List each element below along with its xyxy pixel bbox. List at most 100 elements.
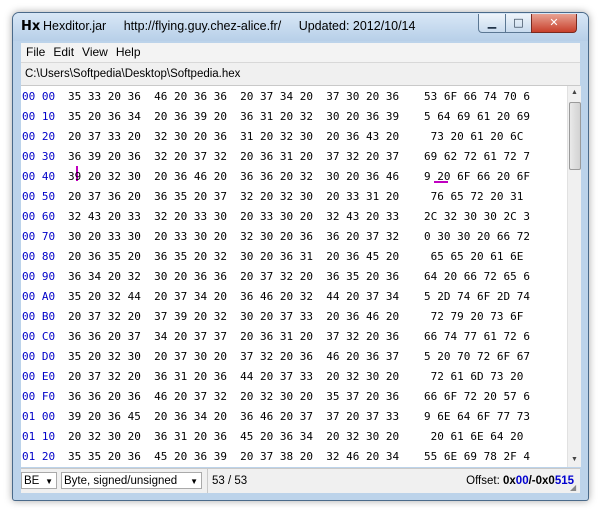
row-hex-bytes[interactable]: 36 39 20 36 32 20 37 32 20 36 31 20 37 3… [68, 146, 399, 167]
row-text-column[interactable]: 20 61 6E 64 20 [424, 426, 524, 447]
row-text-column[interactable]: 66 6F 72 20 57 6 [424, 386, 530, 407]
hex-view[interactable]: 00 00 35 33 20 36 46 20 36 36 20 37 34 20… [21, 86, 567, 467]
minimize-icon: ▁ [487, 16, 497, 29]
row-text-column[interactable]: 9 6E 64 6F 77 73 [424, 406, 530, 427]
row-text-column[interactable]: 0 30 30 20 66 72 [424, 226, 530, 247]
menu-edit[interactable]: Edit [50, 43, 77, 62]
hex-row[interactable]: 01 10 20 32 30 20 36 31 20 36 45 20 36 34… [21, 426, 567, 447]
row-hex-bytes[interactable]: 35 35 20 36 45 20 36 39 20 37 38 20 32 4… [68, 446, 399, 467]
row-hex-bytes[interactable]: 35 20 32 30 20 37 30 20 37 32 20 36 46 2… [68, 346, 399, 367]
row-text-column[interactable]: 66 74 77 61 72 6 [424, 326, 530, 347]
row-hex-bytes[interactable]: 32 43 20 33 32 20 33 30 20 33 30 20 32 4… [68, 206, 399, 227]
row-text-column[interactable]: 9 20 6F 66 20 6F [424, 166, 530, 187]
row-address: 00 70 [22, 230, 56, 243]
hex-row[interactable]: 00 80 20 36 35 20 36 35 20 32 30 20 36 31… [21, 246, 567, 267]
hex-row[interactable]: 00 A0 35 20 32 44 20 37 34 20 36 46 20 32… [21, 286, 567, 307]
row-address: 00 F0 [22, 390, 56, 403]
row-hex-bytes[interactable]: 35 20 32 44 20 37 34 20 36 46 20 32 44 2… [68, 286, 399, 307]
row-text-column[interactable]: 72 61 6D 73 20 [424, 366, 524, 387]
menu-bar: File Edit View Help [21, 43, 580, 63]
row-hex-bytes[interactable]: 36 36 20 37 34 20 37 37 20 36 31 20 37 3… [68, 326, 399, 347]
row-hex-bytes[interactable]: 20 37 33 20 32 30 20 36 31 20 32 30 20 3… [68, 126, 399, 147]
row-address: 00 D0 [22, 350, 56, 363]
file-path: C:\Users\Softpedia\Desktop\Softpedia.hex [25, 68, 241, 80]
hex-row[interactable]: 00 30 36 39 20 36 32 20 37 32 20 36 31 20… [21, 146, 567, 167]
hex-row[interactable]: 00 B0 20 37 32 20 37 39 20 32 30 20 37 33… [21, 306, 567, 327]
row-address: 00 00 [22, 90, 56, 103]
endian-value: BE [24, 475, 40, 487]
row-hex-bytes[interactable]: 35 20 36 34 20 36 39 20 36 31 20 32 30 2… [68, 106, 399, 127]
hex-row[interactable]: 01 20 35 35 20 36 45 20 36 39 20 37 38 20… [21, 446, 567, 467]
row-text-column[interactable]: 53 6F 66 74 70 6 [424, 86, 530, 107]
offset-b-prefix: 0x0 [535, 475, 555, 487]
scroll-down-icon[interactable]: ▼ [568, 453, 581, 467]
byte-count: 53 / 53 [207, 469, 372, 493]
data-type-value: Byte, signed/unsigned [64, 475, 178, 487]
row-text-column[interactable]: 55 6E 69 78 2F 4 [424, 446, 530, 467]
offset-a-prefix: 0x [503, 475, 516, 487]
hex-row[interactable]: 00 E0 20 37 32 20 36 31 20 36 44 20 37 33… [21, 366, 567, 387]
row-hex-bytes[interactable]: 20 32 30 20 36 31 20 36 45 20 36 34 20 3… [68, 426, 399, 447]
menu-file[interactable]: File [23, 43, 48, 62]
row-address: 00 A0 [22, 290, 56, 303]
row-text-column[interactable]: 5 2D 74 6F 2D 74 [424, 286, 530, 307]
hex-row[interactable]: 00 C0 36 36 20 37 34 20 37 37 20 36 31 20… [21, 326, 567, 347]
window-title: Hexditor.jar http://flying.guy.chez-alic… [43, 19, 429, 33]
hex-row[interactable]: 01 00 39 20 36 45 20 36 34 20 36 46 20 37… [21, 406, 567, 427]
minimize-button[interactable]: ▁ [478, 14, 506, 33]
row-hex-bytes[interactable]: 30 20 33 30 20 33 30 20 32 30 20 36 36 2… [68, 226, 399, 247]
data-type-select[interactable]: Byte, signed/unsigned ▼ [61, 472, 202, 489]
maximize-icon: □ [513, 16, 524, 29]
app-url: http://flying.guy.chez-alice.fr/ [123, 19, 282, 33]
row-text-column[interactable]: 5 20 70 72 6F 67 [424, 346, 530, 367]
row-address: 00 50 [22, 190, 56, 203]
hex-row[interactable]: 00 10 35 20 36 34 20 36 39 20 36 31 20 32… [21, 106, 567, 127]
hex-row[interactable]: 00 50 20 37 36 20 36 35 20 37 32 20 32 30… [21, 186, 567, 207]
row-address: 00 C0 [22, 330, 56, 343]
row-hex-bytes[interactable]: 36 34 20 32 30 20 36 36 20 37 32 20 36 3… [68, 266, 399, 287]
row-hex-bytes[interactable]: 20 37 32 20 36 31 20 36 44 20 37 33 20 3… [68, 366, 399, 387]
close-button[interactable]: ✕ [531, 14, 577, 33]
hex-row[interactable]: 00 20 20 37 33 20 32 30 20 36 31 20 32 30… [21, 126, 567, 147]
row-text-column[interactable]: 73 20 61 20 6C [424, 126, 524, 147]
row-hex-bytes[interactable]: 20 37 32 20 37 39 20 32 30 20 37 33 20 3… [68, 306, 399, 327]
row-hex-bytes[interactable]: 39 20 36 45 20 36 34 20 36 46 20 37 37 2… [68, 406, 399, 427]
row-text-column[interactable]: 65 65 20 61 6E [424, 246, 524, 267]
row-address: 00 10 [22, 110, 56, 123]
hex-row[interactable]: 00 40 39 20 32 30 20 36 46 20 36 36 20 32… [21, 166, 567, 187]
row-text-column[interactable]: 72 79 20 73 6F [424, 306, 524, 327]
hex-row[interactable]: 00 90 36 34 20 32 30 20 36 36 20 37 32 20… [21, 266, 567, 287]
row-hex-bytes[interactable]: 20 37 36 20 36 35 20 37 32 20 32 30 20 3… [68, 186, 399, 207]
row-text-column[interactable]: 76 65 72 20 31 [424, 186, 524, 207]
row-address: 01 00 [22, 410, 56, 423]
scroll-thumb[interactable] [569, 102, 581, 170]
row-address: 00 30 [22, 150, 56, 163]
menu-view[interactable]: View [79, 43, 111, 62]
row-address: 01 20 [22, 450, 56, 463]
row-text-column[interactable]: 2C 32 30 30 2C 3 [424, 206, 530, 227]
hex-row[interactable]: 00 D0 35 20 32 30 20 37 30 20 37 32 20 36… [21, 346, 567, 367]
row-text-column[interactable]: 64 20 66 72 65 6 [424, 266, 530, 287]
vertical-scrollbar[interactable]: ▲ ▼ [567, 86, 581, 467]
row-address: 00 90 [22, 270, 56, 283]
row-hex-bytes[interactable]: 35 33 20 36 46 20 36 36 20 37 34 20 37 3… [68, 86, 399, 107]
hex-row[interactable]: 00 F0 36 36 20 36 46 20 37 32 20 32 30 20… [21, 386, 567, 407]
resize-grip-icon[interactable]: ◢ [570, 483, 580, 493]
row-hex-bytes[interactable]: 39 20 32 30 20 36 46 20 36 36 20 32 30 2… [68, 166, 399, 187]
scroll-up-icon[interactable]: ▲ [568, 86, 581, 100]
hex-row[interactable]: 00 00 35 33 20 36 46 20 36 36 20 37 34 20… [21, 86, 567, 107]
hex-row[interactable]: 00 70 30 20 33 30 20 33 30 20 32 30 20 36… [21, 226, 567, 247]
maximize-button[interactable]: □ [505, 14, 532, 33]
row-text-column[interactable]: 69 62 72 61 72 7 [424, 146, 530, 167]
menu-help[interactable]: Help [113, 43, 144, 62]
title-bar[interactable]: Hx Hexditor.jar http://flying.guy.chez-a… [13, 13, 588, 41]
hex-row[interactable]: 00 60 32 43 20 33 32 20 33 30 20 33 30 20… [21, 206, 567, 227]
row-address: 01 10 [22, 430, 56, 443]
updated-date: Updated: 2012/10/14 [298, 19, 416, 33]
endian-select[interactable]: BE ▼ [21, 472, 57, 489]
row-hex-bytes[interactable]: 36 36 20 36 46 20 37 32 20 32 30 20 35 3… [68, 386, 399, 407]
row-text-column[interactable]: 5 64 69 61 20 69 [424, 106, 530, 127]
row-hex-bytes[interactable]: 20 36 35 20 36 35 20 32 30 20 36 31 20 3… [68, 246, 399, 267]
row-address: 00 B0 [22, 310, 56, 323]
offset-separator: /- [528, 475, 536, 487]
